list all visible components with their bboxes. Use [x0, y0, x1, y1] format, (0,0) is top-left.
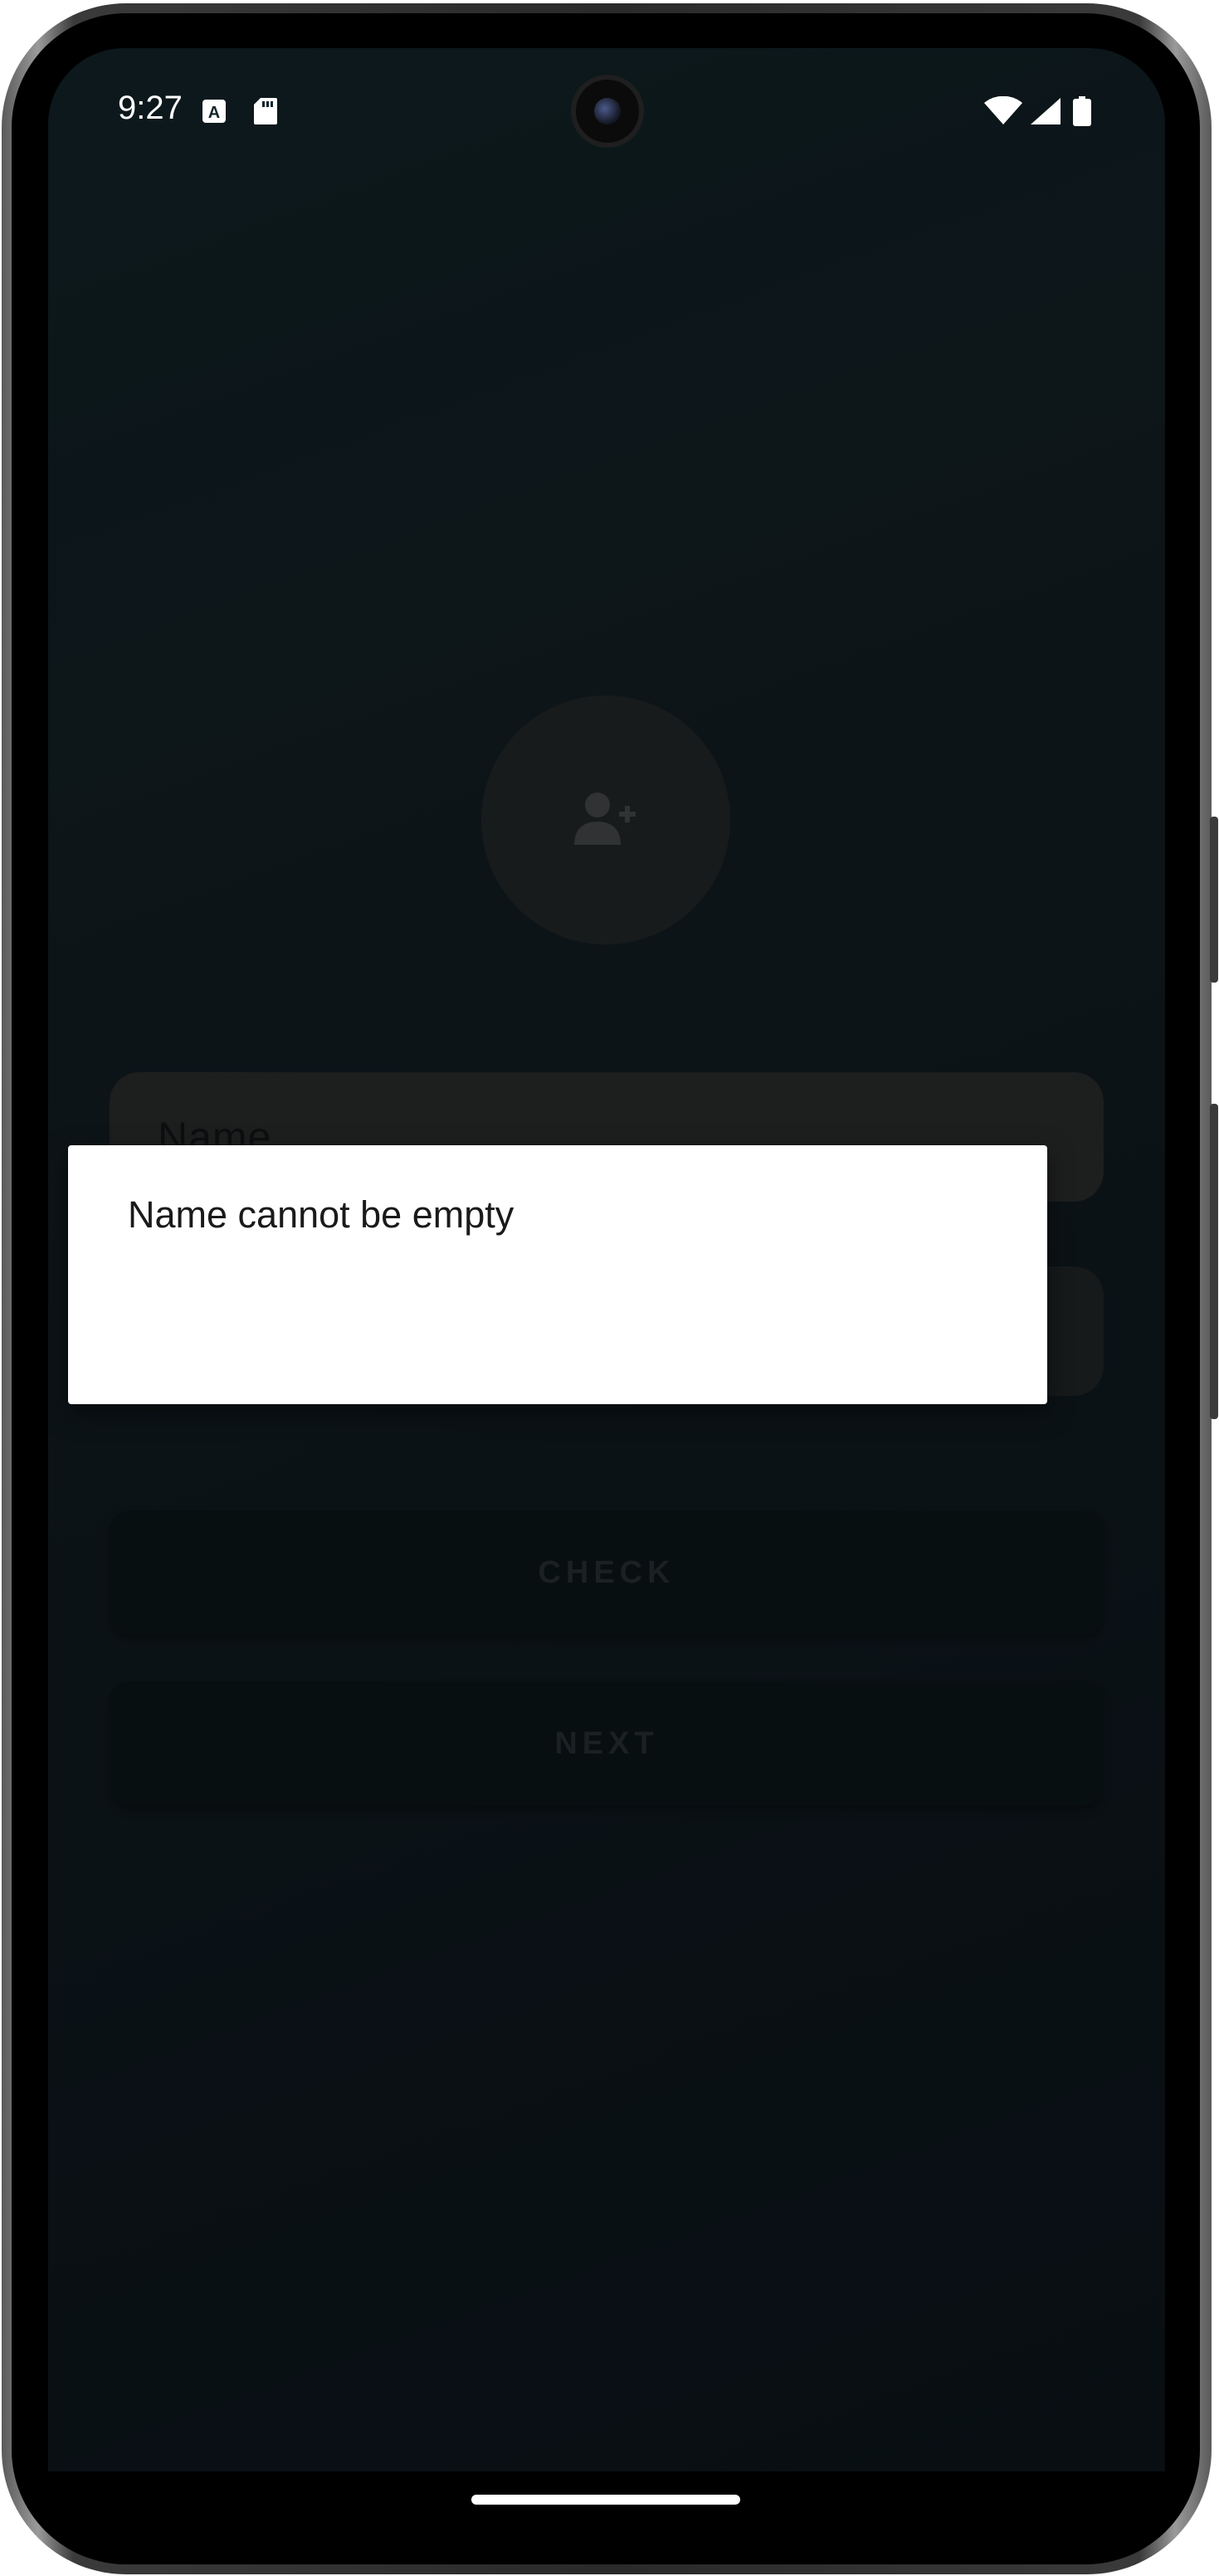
front-camera	[571, 75, 644, 148]
battery-icon	[1073, 96, 1091, 126]
svg-text:A: A	[208, 104, 220, 122]
sd-card-icon	[254, 98, 277, 124]
status-bar: 9:27 A	[48, 48, 1165, 173]
error-toast: Name cannot be empty	[68, 1145, 1047, 1404]
wifi-icon	[984, 96, 1022, 124]
power-button	[1210, 1104, 1218, 1419]
home-indicator[interactable]	[471, 2495, 740, 2505]
signal-icon	[1031, 98, 1061, 124]
status-time: 9:27	[118, 90, 183, 126]
keyboard-a-icon: A	[202, 100, 226, 123]
volume-button	[1210, 817, 1218, 983]
phone-device: Name CHECK NEXT 9:27 A Name cannot be em…	[0, 0, 1219, 2576]
toast-message: Name cannot be empty	[128, 1193, 514, 1236]
